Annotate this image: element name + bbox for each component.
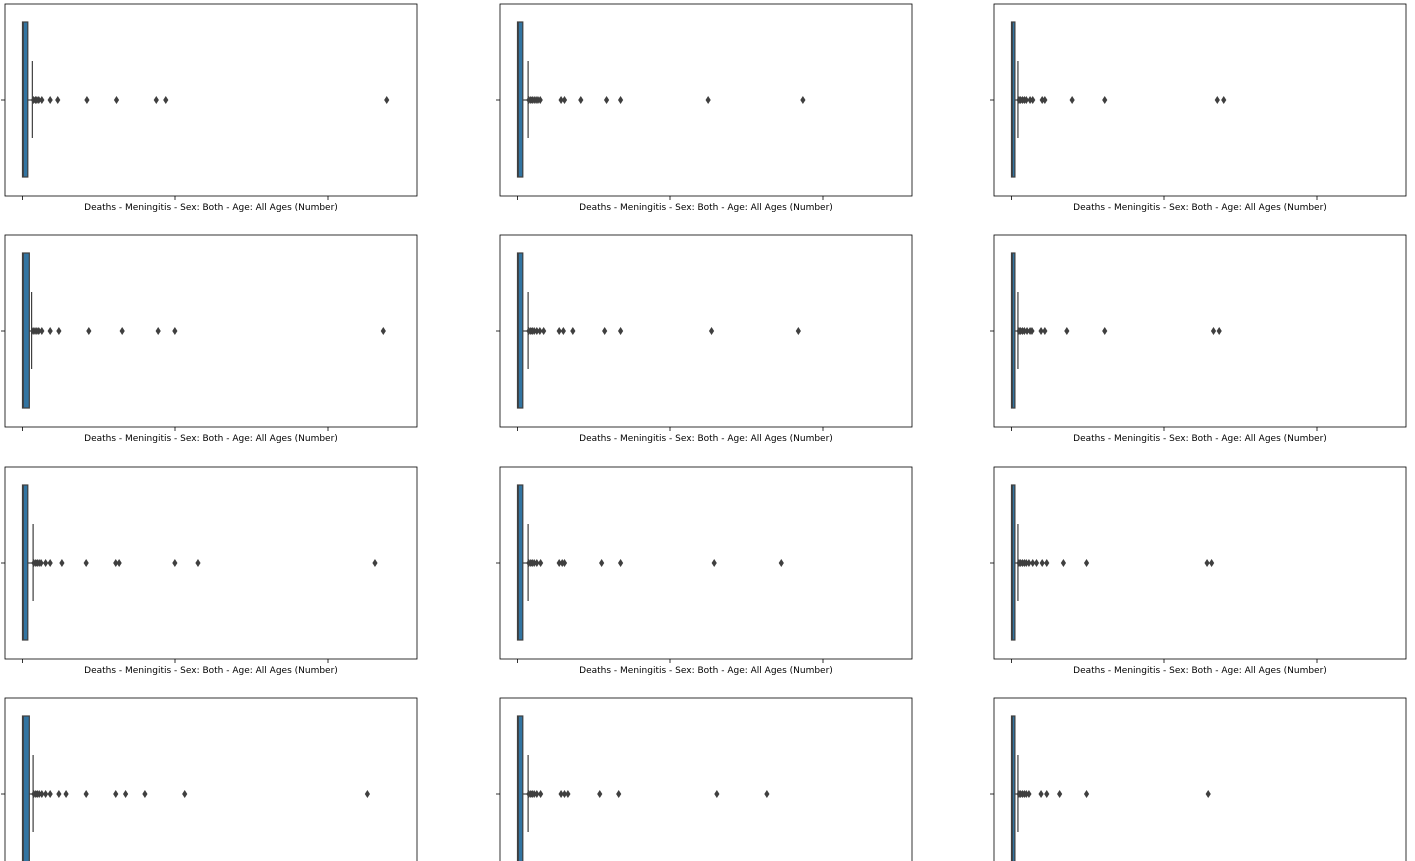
boxplot-panel-10 bbox=[1, 697, 418, 861]
axes-frame bbox=[993, 234, 1407, 428]
boxplot-panel-6: Deaths - Meningitis - Sex: Both - Age: A… bbox=[990, 234, 1407, 444]
boxplot-panel-9: Deaths - Meningitis - Sex: Both - Age: A… bbox=[990, 466, 1407, 676]
boxplot-panel-4: Deaths - Meningitis - Sex: Both - Age: A… bbox=[1, 234, 418, 444]
x-axis-label: Deaths - Meningitis - Sex: Both - Age: A… bbox=[84, 434, 338, 444]
boxplot-panel-3: Deaths - Meningitis - Sex: Both - Age: A… bbox=[990, 3, 1407, 213]
x-axis-label: Deaths - Meningitis - Sex: Both - Age: A… bbox=[1073, 203, 1327, 213]
axes-frame bbox=[4, 234, 418, 428]
x-axis-label: Deaths - Meningitis - Sex: Both - Age: A… bbox=[84, 203, 338, 213]
axes-frame bbox=[4, 466, 418, 660]
axes-frame bbox=[4, 697, 418, 861]
boxplot-panel-12 bbox=[990, 697, 1407, 861]
axes-frame bbox=[4, 3, 418, 197]
axes-frame bbox=[993, 466, 1407, 660]
x-axis-label: Deaths - Meningitis - Sex: Both - Age: A… bbox=[1073, 666, 1327, 676]
axes-frame bbox=[993, 3, 1407, 197]
boxplot-panel-11 bbox=[496, 697, 913, 861]
x-axis-label: Deaths - Meningitis - Sex: Both - Age: A… bbox=[579, 666, 833, 676]
x-axis-label: Deaths - Meningitis - Sex: Both - Age: A… bbox=[84, 666, 338, 676]
x-axis-label: Deaths - Meningitis - Sex: Both - Age: A… bbox=[579, 203, 833, 213]
x-axis-label: Deaths - Meningitis - Sex: Both - Age: A… bbox=[579, 434, 833, 444]
boxplot-panel-7: Deaths - Meningitis - Sex: Both - Age: A… bbox=[1, 466, 418, 676]
boxplot-panel-8: Deaths - Meningitis - Sex: Both - Age: A… bbox=[496, 466, 913, 676]
x-axis-label: Deaths - Meningitis - Sex: Both - Age: A… bbox=[1073, 434, 1327, 444]
boxplot-panel-5: Deaths - Meningitis - Sex: Both - Age: A… bbox=[496, 234, 913, 444]
boxplot-grid-figure: Deaths - Meningitis - Sex: Both - Age: A… bbox=[1, 3, 1407, 861]
boxplot-panel-2: Deaths - Meningitis - Sex: Both - Age: A… bbox=[496, 3, 913, 213]
boxplot-panel-1: Deaths - Meningitis - Sex: Both - Age: A… bbox=[1, 3, 418, 213]
axes-frame bbox=[499, 697, 913, 861]
axes-frame bbox=[993, 697, 1407, 861]
